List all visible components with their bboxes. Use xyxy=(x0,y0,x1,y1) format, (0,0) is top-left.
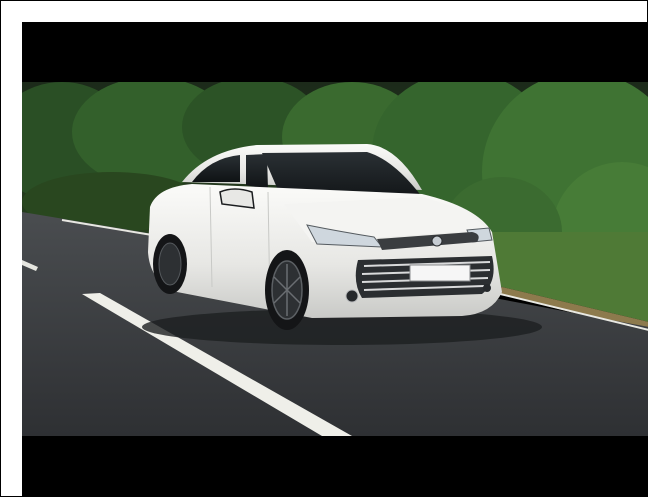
video-frame xyxy=(22,82,648,436)
fog-light-right xyxy=(483,284,491,292)
car-on-road-photo xyxy=(22,82,648,436)
brand-emblem xyxy=(431,235,443,247)
rear-wheel xyxy=(153,234,187,294)
video-player[interactable] xyxy=(22,22,648,496)
license-plate xyxy=(409,264,471,282)
fog-light-left xyxy=(345,289,359,303)
front-wheel xyxy=(265,250,309,330)
image-frame xyxy=(0,0,648,497)
